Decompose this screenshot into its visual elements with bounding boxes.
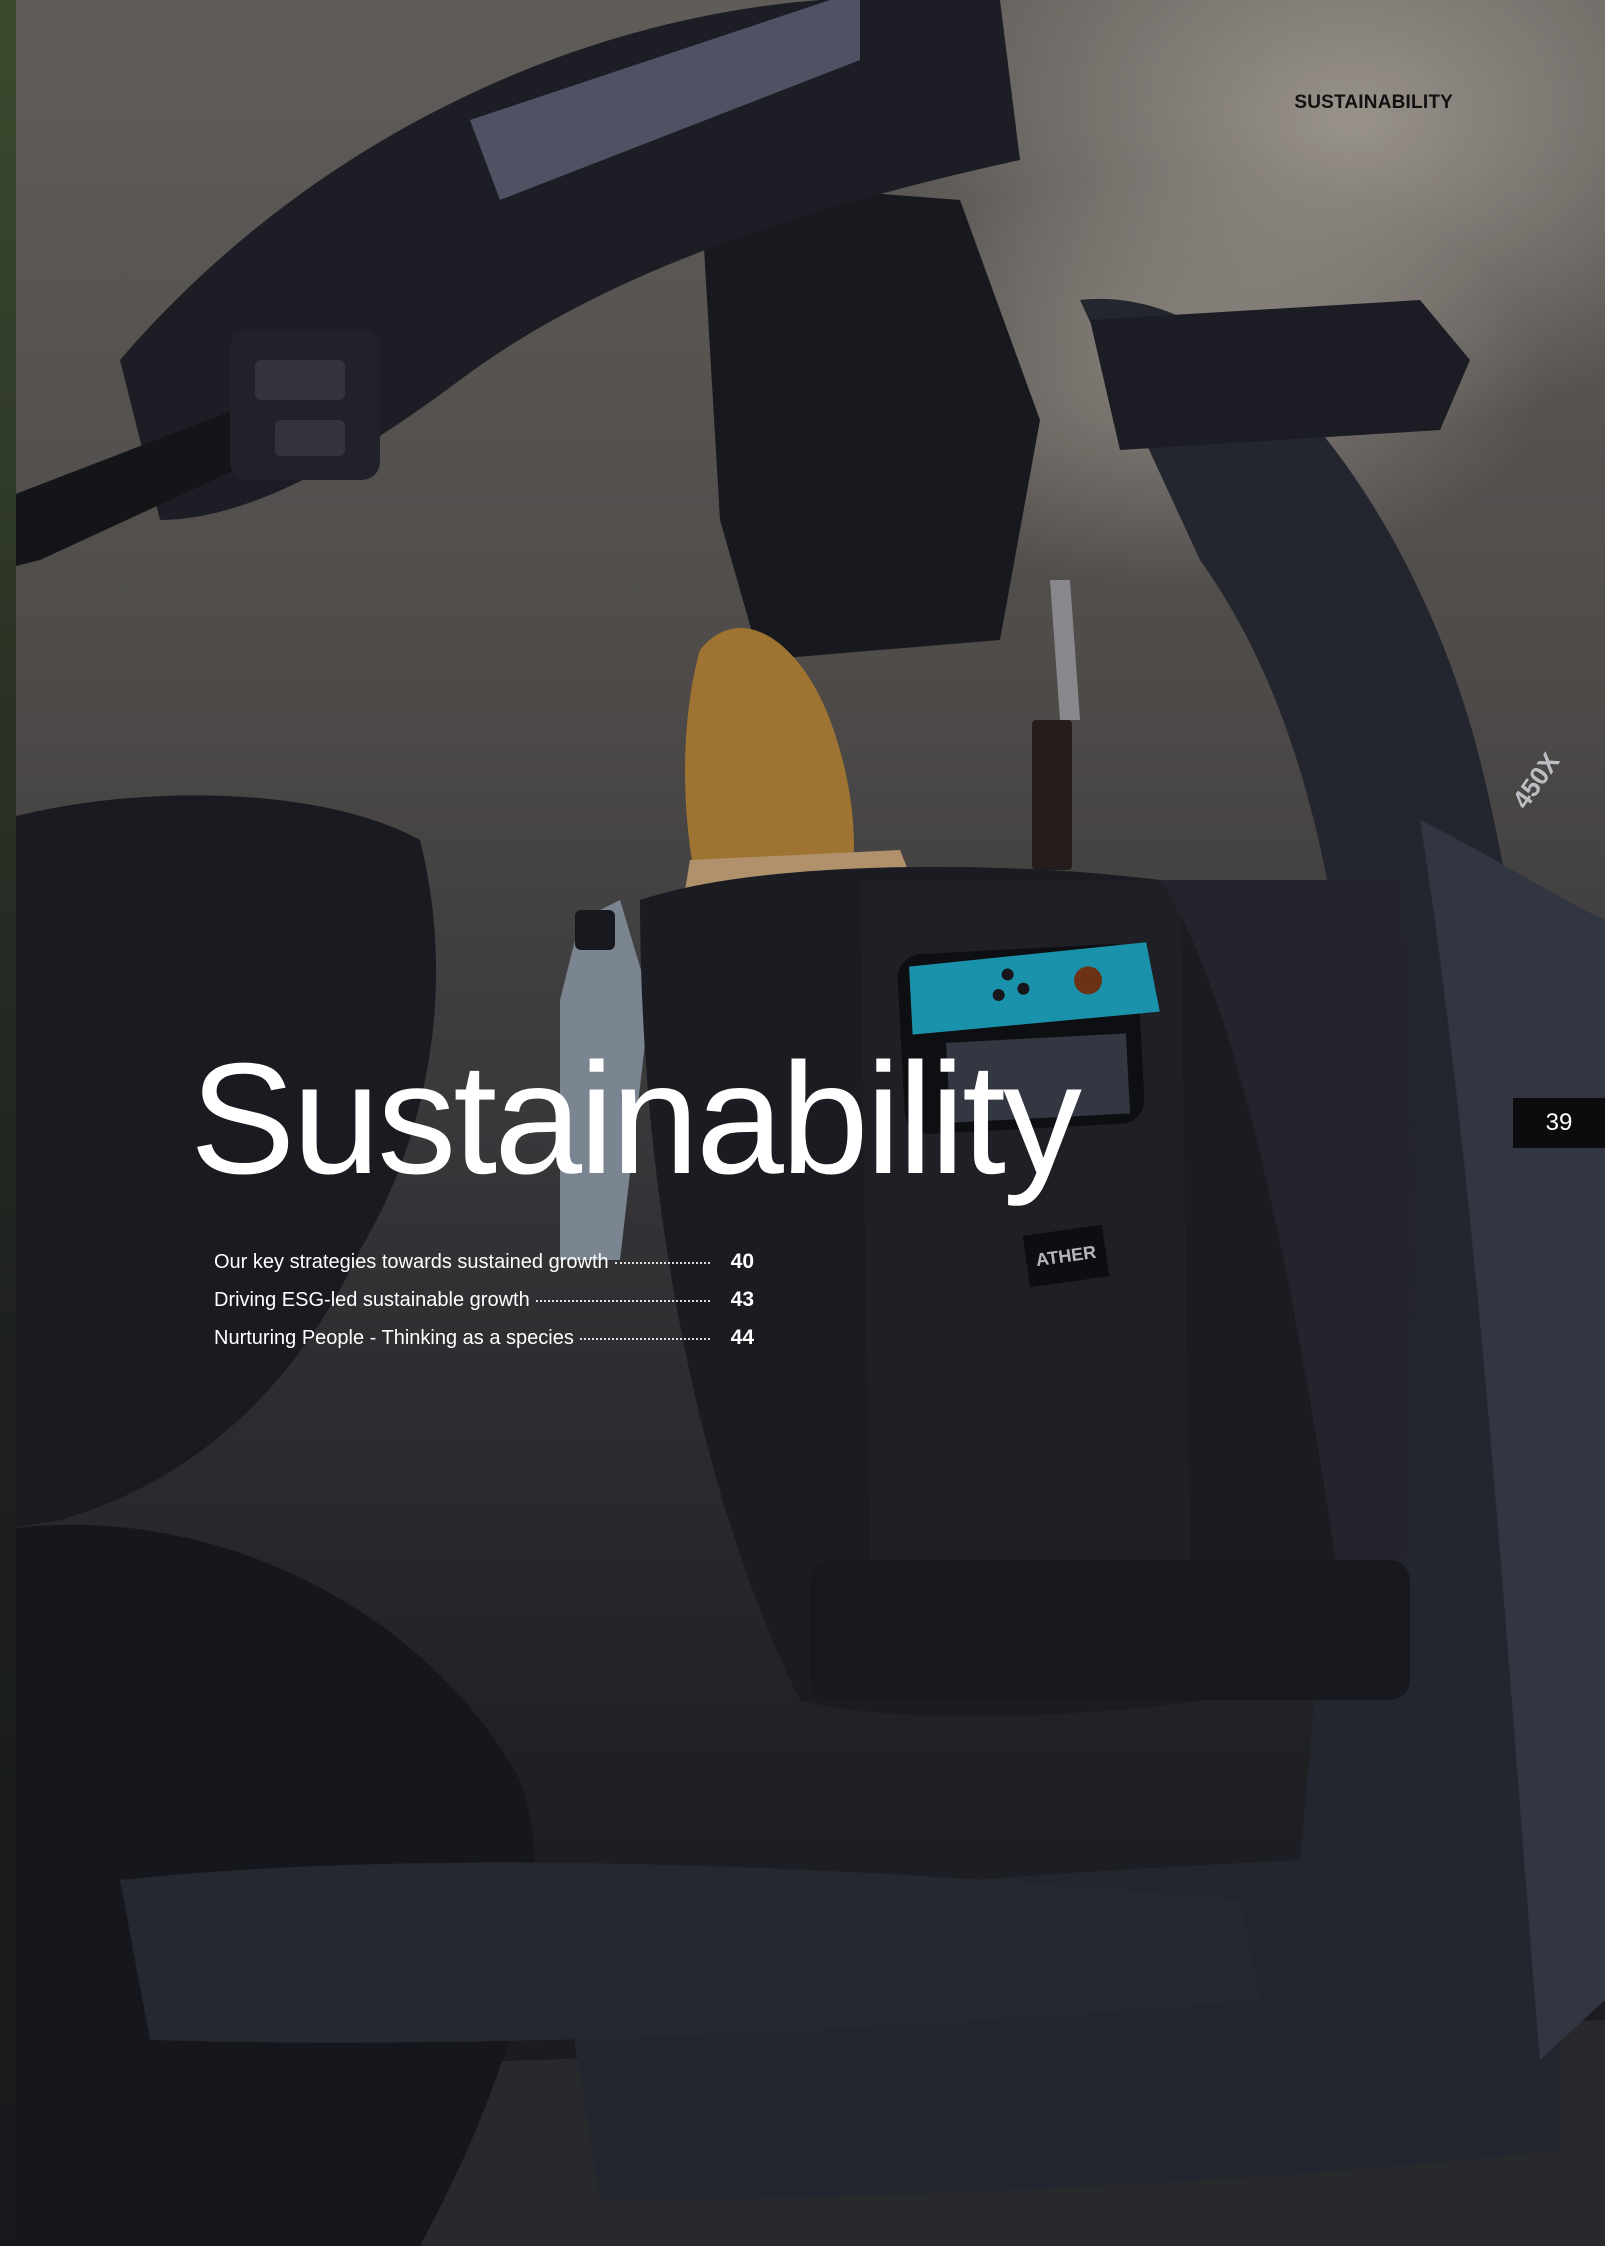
toc-entry-title: Our key strategies towards sustained gro… [214, 1251, 609, 1273]
toc-entry-page: 40 [730, 1250, 754, 1273]
document-page: ATHER 450X SUSTAINABILITY 39 Sustainabil… [0, 0, 1605, 2246]
toc-leader-dots [535, 1300, 710, 1302]
toc-entry-title: Nurturing People - Thinking as a species [214, 1327, 574, 1349]
section-title: Sustainability [190, 1031, 1082, 1207]
toc-leader-dots [579, 1338, 710, 1340]
page-number-tab: 39 [1513, 1098, 1605, 1148]
toc-entry-page: 44 [730, 1326, 754, 1349]
toc-entry[interactable]: Our key strategies towards sustained gro… [214, 1250, 754, 1288]
toc-leader-dots [614, 1262, 710, 1264]
toc-entry[interactable]: Nurturing People - Thinking as a species… [214, 1326, 754, 1364]
toc-entry[interactable]: Driving ESG-led sustainable growth 43 [214, 1288, 754, 1326]
page-number: 39 [1545, 1109, 1573, 1136]
left-edge-strip [0, 0, 16, 2246]
toc-entry-page: 43 [730, 1288, 754, 1311]
table-of-contents: Our key strategies towards sustained gro… [214, 1250, 754, 1364]
toc-entry-title: Driving ESG-led sustainable growth [214, 1289, 530, 1311]
section-label: SUSTAINABILITY [1294, 92, 1453, 113]
